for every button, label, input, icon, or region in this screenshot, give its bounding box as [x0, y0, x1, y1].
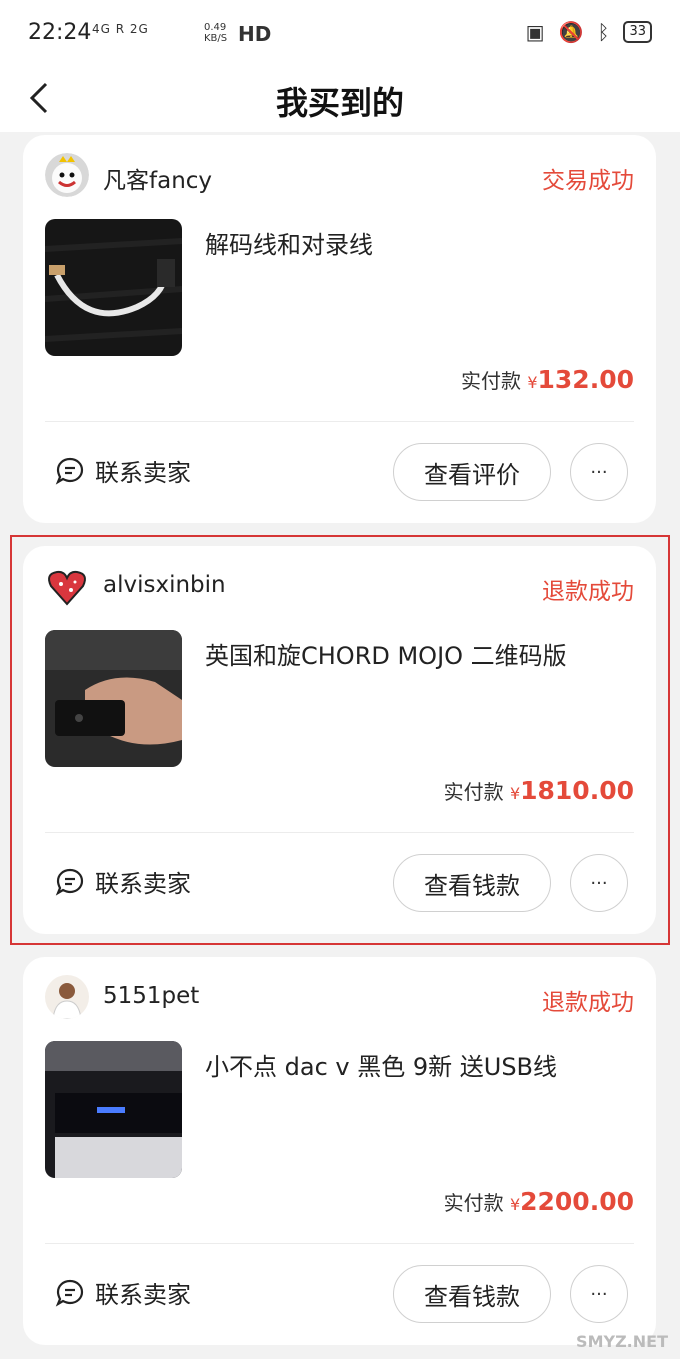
product-thumbnail[interactable]	[45, 1041, 182, 1178]
battery-icon: 33	[623, 21, 652, 43]
watermark: SMYZ.NET	[576, 1332, 668, 1351]
order-status: 交易成功	[542, 168, 634, 194]
seller-name[interactable]: 凡客fancy	[103, 161, 212, 195]
paid-amount: 实付款 ¥132.00	[461, 365, 634, 394]
avatar[interactable]	[45, 975, 89, 1019]
header: 我买到的	[0, 66, 680, 132]
divider	[45, 1243, 634, 1244]
seller-name[interactable]: 5151pet	[103, 983, 199, 1009]
order-status: 退款成功	[542, 990, 634, 1016]
contact-seller-button[interactable]: 联系卖家	[55, 1275, 191, 1310]
order-card: 5151pet 退款成功 小不点 dac v 黑色 9新 送USB线 实付款 ¥…	[23, 957, 656, 1345]
paid-amount: 实付款 ¥2200.00	[444, 1187, 634, 1216]
page-title: 我买到的	[275, 84, 404, 122]
contact-label: 联系卖家	[95, 1281, 191, 1309]
product-thumbnail[interactable]	[45, 219, 182, 356]
more-options-button[interactable]: ···	[570, 1265, 628, 1323]
view-review-button[interactable]: 查看评价	[393, 443, 551, 501]
more-options-button[interactable]: ···	[570, 443, 628, 501]
nfc-icon: ▣	[525, 20, 545, 44]
amount-value: 2200.00	[520, 1187, 634, 1216]
product-title[interactable]: 小不点 dac v 黑色 9新 送USB线	[205, 1047, 625, 1082]
chat-icon	[55, 1279, 84, 1307]
network-speed: 0.49 KB/S	[204, 22, 228, 44]
status-bar: 22:24 4G R 2G 0.49 KB/S HD ▣ 🔕 ᛒ 33	[0, 0, 680, 66]
highlight-box	[10, 535, 670, 945]
product-title[interactable]: 解码线和对录线	[205, 225, 625, 260]
amount-value: 132.00	[537, 365, 634, 394]
hd-indicator: HD	[238, 22, 272, 46]
bluetooth-icon: ᛒ	[597, 20, 610, 44]
status-icons: ▣ 🔕 ᛒ 33	[526, 20, 652, 44]
paid-label: 实付款	[443, 1191, 504, 1215]
chat-icon	[55, 457, 84, 485]
clock: 22:24	[28, 20, 92, 45]
contact-label: 联系卖家	[95, 459, 191, 487]
contact-seller-button[interactable]: 联系卖家	[55, 453, 191, 488]
order-card: 凡客fancy 交易成功 解码线和对录线 实付款 ¥132.00 联系卖家 查看…	[23, 135, 656, 523]
currency-symbol: ¥	[509, 1195, 521, 1214]
currency-symbol: ¥	[527, 373, 538, 392]
divider	[45, 421, 634, 422]
network-indicator: 4G R 2G	[92, 22, 149, 36]
view-funds-button[interactable]: 查看钱款	[393, 1265, 551, 1323]
paid-label: 实付款	[460, 369, 521, 393]
avatar[interactable]	[45, 153, 89, 197]
silent-icon: 🔕	[558, 20, 584, 44]
